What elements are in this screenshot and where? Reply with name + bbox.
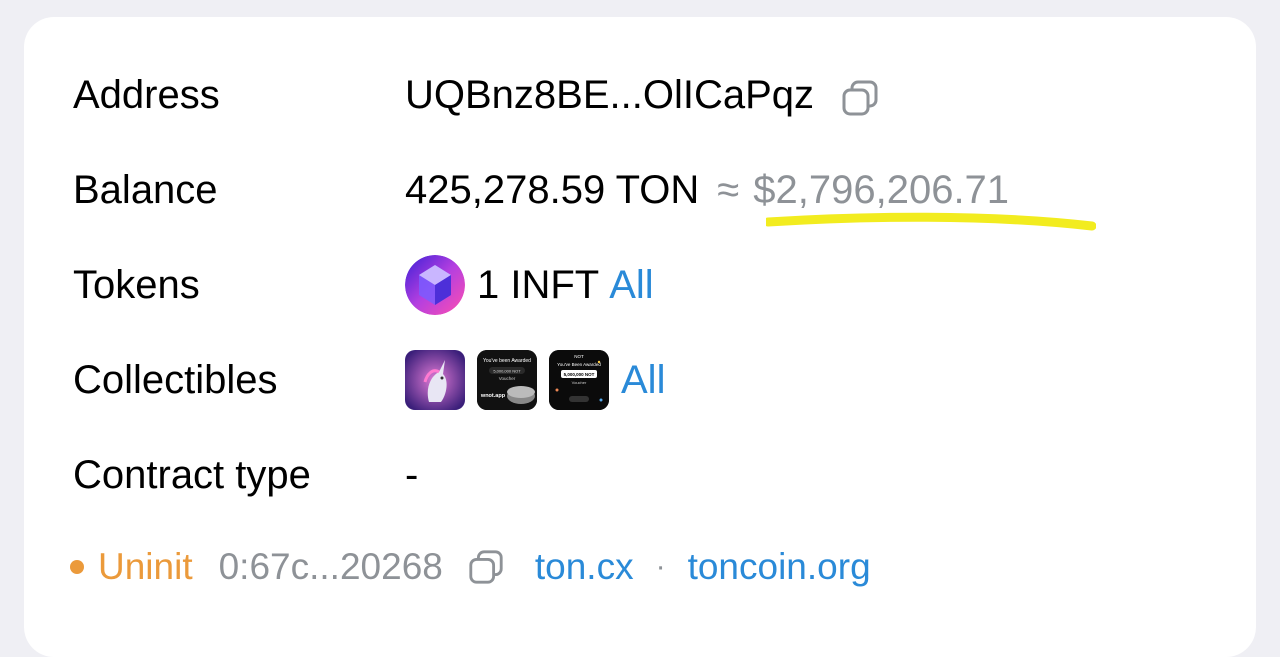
nft1-title: You've been Awarded [483, 358, 531, 364]
footer-separator: · [655, 550, 666, 583]
contract-type-label: Contract type [73, 453, 311, 497]
contract-type-value: - [405, 453, 419, 497]
collectibles-label: Collectibles [73, 358, 278, 402]
inft-token-icon [405, 255, 465, 315]
address-label: Address [73, 73, 220, 117]
nft2-title: You've Been Awarded [557, 362, 601, 367]
tokens-row: Tokens 1 INFT All [24, 255, 1256, 315]
nft2-brand: NOT [574, 354, 584, 359]
collectibles-value: You've been Awarded 5,000,000 NOT Vouche… [405, 350, 665, 410]
contract-type-row: Contract type - [24, 445, 1256, 505]
unicorn-nft-thumbnail[interactable] [405, 350, 465, 410]
balance-value: 425,278.59 TON ≈ $2,796,206.71 [405, 160, 1009, 220]
toncoin-org-link[interactable]: toncoin.org [688, 546, 871, 588]
nft1-amount: 5,000,000 NOT [493, 369, 521, 374]
collectibles-row: Collectibles You've been Awarded 5,000,0… [24, 350, 1256, 410]
nft2-amount: 5,000,000 NOT [564, 372, 595, 377]
balance-label: Balance [73, 168, 218, 212]
ton-cx-link[interactable]: ton.cx [535, 546, 634, 588]
balance-fiat: $2,796,206.71 [753, 168, 1010, 212]
account-details-card: Address UQBnz8BE...OlICaPqz Balance 425,… [24, 17, 1256, 657]
nft1-domain: wnot.app [480, 393, 506, 399]
tokens-value: 1 INFT All [405, 255, 654, 315]
account-footer: Uninit 0:67c...20268 ton.cx · toncoin.or… [70, 537, 871, 597]
copy-icon[interactable] [840, 75, 880, 116]
copy-icon[interactable] [467, 548, 505, 586]
address-value: UQBnz8BE...OlICaPqz [405, 65, 880, 125]
tokens-all-link[interactable]: All [609, 255, 653, 315]
approx-sign: ≈ [717, 168, 740, 212]
nft2-subtitle: Voucher [572, 380, 587, 385]
raw-address-hash[interactable]: 0:67c...20268 [219, 546, 443, 588]
balance-row: Balance 425,278.59 TON ≈ $2,796,206.71 [24, 160, 1256, 220]
tokens-text: 1 INFT [477, 263, 600, 307]
balance-amount: 425,278.59 TON [405, 168, 700, 212]
not-voucher-nft-thumbnail-2[interactable]: NOT You've Been Awarded 5,000,000 NOT Vo… [549, 350, 609, 410]
status-badge: Uninit [98, 546, 193, 587]
collectibles-all-link[interactable]: All [621, 350, 665, 410]
tokens-label: Tokens [73, 263, 200, 307]
address-row: Address UQBnz8BE...OlICaPqz [24, 65, 1256, 125]
nft1-subtitle: Voucher [499, 376, 516, 381]
status-dot-icon [70, 560, 84, 574]
address-text[interactable]: UQBnz8BE...OlICaPqz [405, 65, 814, 125]
not-voucher-nft-thumbnail-1[interactable]: You've been Awarded 5,000,000 NOT Vouche… [477, 350, 537, 410]
